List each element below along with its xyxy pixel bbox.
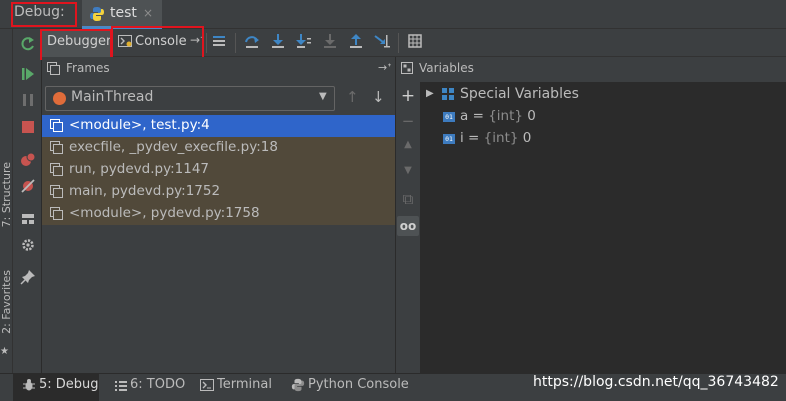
show-watches-icon[interactable]: oo [397,216,419,236]
variable-type: {int} [483,130,519,146]
bug-icon [23,379,35,391]
python-console-icon [291,378,305,392]
evaluate-expression-icon[interactable] [406,32,424,50]
variable-equals: = [463,130,484,146]
variable-row[interactable]: i = {int} 0 [460,130,531,146]
structure-tool-button[interactable]: 7: Structure [0,162,13,227]
frame-row[interactable]: <module>, test.py:4 [42,115,395,137]
variable-row[interactable]: a = {int} 0 [460,108,536,124]
run-to-cursor-icon[interactable] [373,32,391,50]
show-execution-point-icon[interactable] [210,32,228,50]
bottom-tab-debug[interactable]: 5: Debug [39,377,99,392]
frame-row[interactable]: run, pydevd.py:1147 [42,159,395,181]
pin-icon[interactable] [19,268,37,286]
view-breakpoints-icon[interactable] [19,151,37,169]
special-variables-icon [442,88,454,100]
step-out-icon[interactable] [347,32,365,50]
star-icon: ★ [0,346,9,357]
frame-row[interactable]: execfile, _pydev_execfile.py:18 [42,137,395,159]
toolbar-separator [206,33,207,53]
frame-label: run, pydevd.py:1147 [69,161,210,177]
expand-arrow-icon[interactable]: ▶ [426,88,434,99]
frame-icon [50,207,63,220]
step-into-my-code-icon[interactable] [295,32,313,50]
frame-row[interactable]: <module>, pydevd.py:1758 [42,203,395,225]
variable-type: {int} [488,108,523,124]
rerun-icon[interactable] [19,35,37,53]
move-down-icon[interactable]: ▼ [399,165,417,183]
int-type-icon: 01 [443,134,455,144]
mute-breakpoints-icon[interactable] [19,177,37,195]
thread-selector-value: MainThread [71,89,154,105]
arrow-down-icon[interactable]: ↓ [372,88,385,106]
chevron-down-icon[interactable]: ▼ [319,91,327,102]
watermark-url: https://blog.csdn.net/qq_36743482 [533,374,779,390]
variables-tree [421,82,786,373]
close-icon[interactable]: × [143,6,153,20]
pause-icon[interactable] [19,91,37,109]
todo-icon [115,381,127,391]
annotation-box-debugger [40,29,112,60]
favorites-tool-button[interactable]: 2: Favorites [0,270,13,334]
bottom-tab-python-console[interactable]: Python Console [308,377,409,392]
force-step-into-icon[interactable] [321,32,339,50]
frame-icon [50,141,63,154]
variables-title: Variables [419,61,474,75]
python-icon [90,7,104,21]
variable-value: 0 [522,108,536,124]
copy-watch-icon[interactable]: ⧉ [399,190,417,208]
frame-label: execfile, _pydev_execfile.py:18 [69,139,278,155]
terminal-icon [200,379,214,391]
pin-tab-icon[interactable]: →ᐩ [378,61,392,74]
frame-row[interactable]: main, pydevd.py:1752 [42,181,395,203]
frames-icon [47,62,60,75]
annotation-box-debug [11,2,77,27]
frame-icon [50,185,63,198]
frame-icon [50,163,63,176]
resume-icon[interactable] [19,65,37,83]
step-over-icon[interactable] [243,32,261,50]
stop-icon[interactable] [19,118,37,136]
frame-icon [50,119,63,132]
variable-equals: = [468,108,489,124]
int-type-icon: 01 [443,112,455,122]
bottom-tab-terminal[interactable]: Terminal [217,377,272,392]
special-variables-label[interactable]: Special Variables [460,86,579,102]
tab-test-label: test [110,5,137,21]
move-up-icon[interactable]: ▲ [399,139,417,157]
arrow-up-icon[interactable]: ↑ [346,88,359,106]
frames-title: Frames [66,61,110,75]
remove-watch-icon[interactable]: − [399,112,417,130]
thread-status-icon [53,92,66,105]
step-into-icon[interactable] [269,32,287,50]
frame-label: main, pydevd.py:1752 [69,183,221,199]
gear-icon[interactable] [19,236,37,254]
toolbar-separator [235,33,236,53]
restore-layout-icon[interactable] [19,210,37,228]
frame-label: <module>, test.py:4 [69,117,210,133]
frame-label: <module>, pydevd.py:1758 [69,205,260,221]
toolbar-separator [398,33,399,53]
new-watch-icon[interactable]: + [399,86,417,106]
bottom-tab-todo[interactable]: 6: TODO [130,377,185,392]
variable-value: 0 [518,130,532,146]
variables-icon [401,62,413,74]
